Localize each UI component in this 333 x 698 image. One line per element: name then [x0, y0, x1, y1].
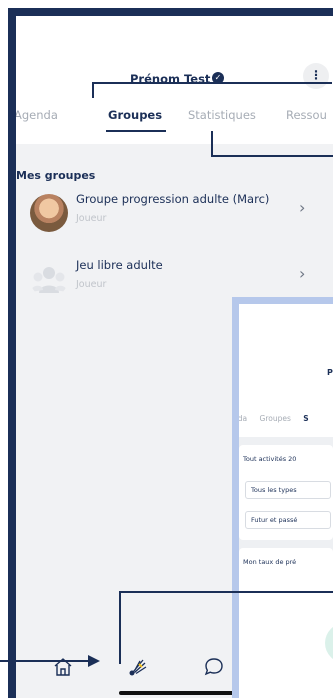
arrow-head-icon	[88, 655, 100, 667]
overlay-profile-initial: P	[327, 368, 333, 377]
chat-bubble-icon[interactable]	[203, 656, 225, 678]
tab-statistiques[interactable]: Statistiques	[188, 108, 256, 122]
statistics-preview-overlay: P nda Groupes S Tout activités 20 Tous l…	[232, 297, 333, 698]
tab-agenda[interactable]: Agenda	[16, 108, 58, 122]
group-name: Jeu libre adulte	[76, 258, 163, 272]
overlay-content: Tout activités 20 Tous les types Futur e…	[239, 437, 333, 698]
overlay-tab-agenda[interactable]: nda	[239, 414, 247, 423]
annotation-line	[211, 155, 333, 157]
home-indicator	[119, 691, 247, 695]
annotation-line	[92, 82, 332, 84]
chevron-right-icon: ›	[299, 264, 306, 283]
section-title-mes-groupes: Mes groupes	[16, 169, 96, 182]
overlay-filter-card: Tout activités 20 Tous les types Futur e…	[239, 445, 333, 540]
more-options-button[interactable]: ⋮	[303, 63, 329, 89]
group-role: Joueur	[76, 213, 107, 224]
annotation-line	[119, 591, 333, 593]
overlay-tab-statistiques[interactable]: S	[303, 414, 308, 423]
overlay-rate-label: Mon taux de pré	[243, 558, 297, 566]
annotation-arrow-line	[0, 660, 90, 662]
overlay-type-select-value: Tous les types	[251, 486, 297, 494]
group-people-icon	[31, 267, 67, 293]
overlay-time-select-value: Futur et passé	[251, 516, 298, 524]
overlay-activities-label: Tout activités 20	[243, 455, 297, 463]
group-name: Groupe progression adulte (Marc)	[76, 192, 270, 206]
top-bar: Prénom Test ✓ ⋮ Agenda Groupes Statistiq…	[16, 16, 333, 144]
overlay-tabs: nda Groupes S	[239, 414, 333, 423]
active-tab-indicator	[106, 130, 166, 132]
group-role: Joueur	[76, 279, 107, 290]
annotation-line	[92, 82, 94, 98]
annotation-line	[119, 591, 121, 664]
tab-groupes[interactable]: Groupes	[108, 108, 162, 122]
group-row[interactable]: Groupe progression adulte (Marc) Joueur …	[16, 186, 326, 244]
overlay-type-select[interactable]: Tous les types	[245, 481, 331, 499]
annotation-line	[211, 131, 213, 157]
overlay-time-select[interactable]: Futur et passé	[245, 511, 331, 529]
overlay-tab-groupes[interactable]: Groupes	[260, 414, 291, 423]
overlay-rate-card: Mon taux de pré	[239, 548, 333, 698]
group-avatar-photo	[30, 194, 68, 232]
shuttlecock-icon[interactable]	[127, 656, 149, 678]
tab-ressources[interactable]: Ressou	[286, 108, 327, 122]
chevron-right-icon: ›	[299, 198, 306, 217]
